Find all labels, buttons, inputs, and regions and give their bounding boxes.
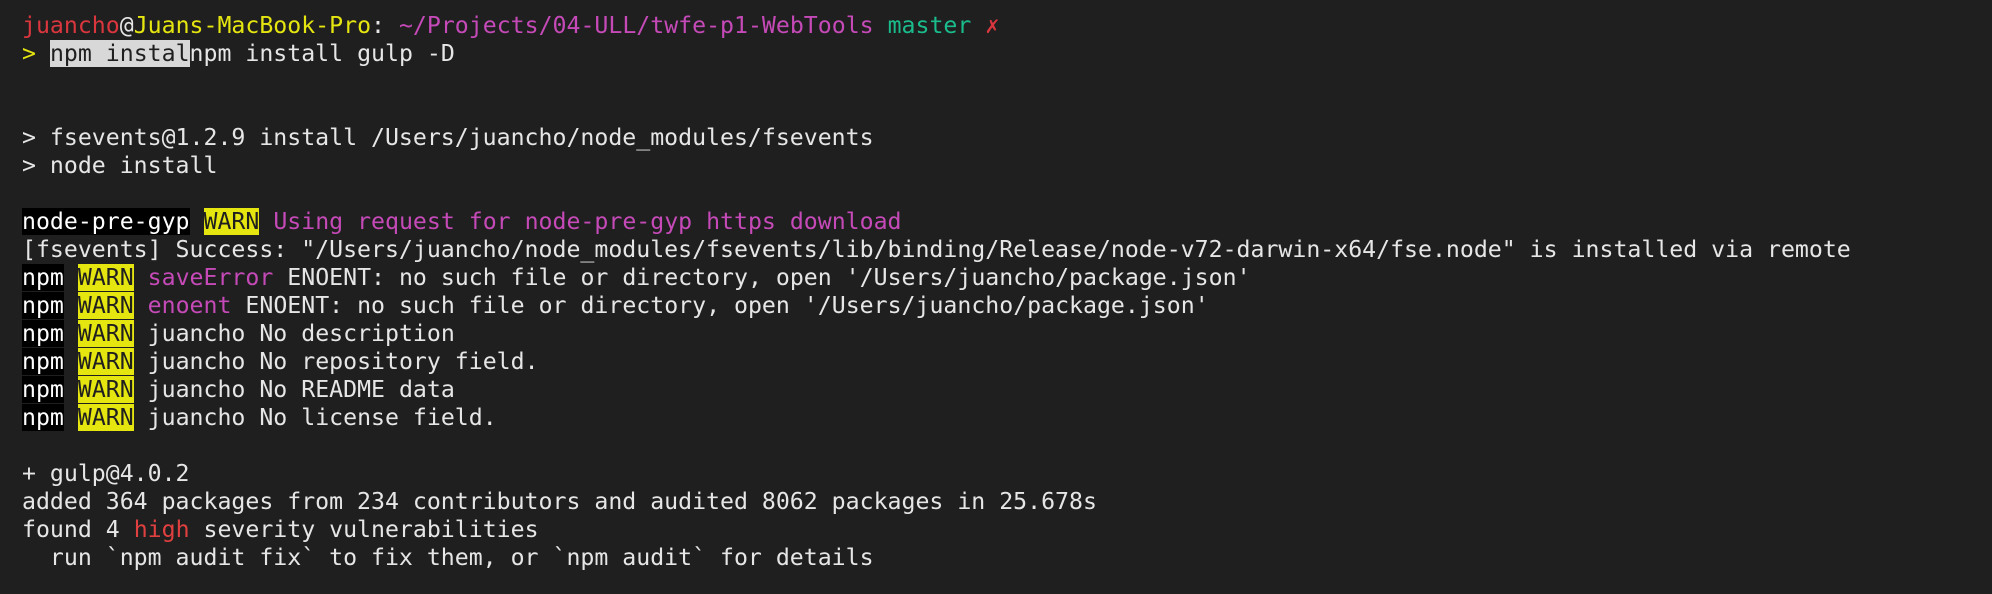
prompt-line: juancho@Juans-MacBook-Pro: ~/Projects/04…: [22, 12, 1992, 40]
command-selected-text[interactable]: npm instal: [49, 40, 190, 67]
added-packages-line: added 364 packages from 234 contributors…: [22, 488, 1097, 515]
node-pre-gyp-tag: node-pre-gyp: [22, 208, 190, 235]
prompt-host: Juans-MacBook-Pro: [133, 12, 372, 39]
audit-advice-line: run `npm audit fix` to fix them, or `npm…: [22, 544, 874, 571]
npm-warn-line: npm WARN saveError ENOENT: no such file …: [22, 264, 1992, 292]
npm-tag: npm: [22, 404, 64, 431]
severity-high: high: [133, 516, 190, 543]
npm-warn-line: npm WARN enoent ENOENT: no such file or …: [22, 292, 1992, 320]
warning-message: ENOENT: no such file or directory, open …: [245, 292, 1209, 319]
npm-tag: npm: [22, 264, 64, 291]
fsevents-success-line: [fsevents] Success: "/Users/juancho/node…: [22, 236, 1851, 263]
warning-message: juancho No description: [147, 320, 455, 347]
prompt-at: @: [119, 12, 134, 39]
vulnerabilities-prefix: found 4: [22, 516, 134, 543]
warning-message: Using request for node-pre-gyp https dow…: [273, 208, 902, 235]
warn-badge: WARN: [203, 208, 260, 235]
command-text[interactable]: npm install gulp -D: [190, 40, 455, 67]
terminal-window[interactable]: juancho@Juans-MacBook-Pro: ~/Projects/04…: [0, 0, 1992, 594]
installed-package-line: + gulp@4.0.2: [22, 460, 190, 487]
npm-tag: npm: [22, 376, 64, 403]
npm-warn-line: npm WARN juancho No repository field.: [22, 348, 1992, 376]
node-pre-gyp-warning: node-pre-gyp WARN Using request for node…: [22, 208, 1992, 236]
warn-badge: WARN: [77, 292, 134, 319]
warn-badge: WARN: [77, 376, 134, 403]
install-script-line: > fsevents@1.2.9 install /Users/juancho/…: [22, 124, 874, 151]
warning-message: juancho No repository field.: [147, 348, 539, 375]
npm-tag: npm: [22, 292, 64, 319]
npm-warn-line: npm WARN juancho No README data: [22, 376, 1992, 404]
warning-code: saveError: [147, 264, 274, 291]
warning-message: ENOENT: no such file or directory, open …: [287, 264, 1251, 291]
warning-message: juancho No license field.: [147, 404, 497, 431]
command-caret: >: [22, 40, 36, 67]
prompt-branch: master: [887, 12, 972, 39]
npm-warn-line: npm WARN juancho No license field.: [22, 404, 1992, 432]
command-line[interactable]: > npm instalnpm install gulp -D: [22, 40, 1992, 68]
warning-message: juancho No README data: [147, 376, 455, 403]
npm-warn-line: npm WARN juancho No description: [22, 320, 1992, 348]
install-script-line: > node install: [22, 152, 218, 179]
vulnerabilities-line: found 4 high severity vulnerabilities: [22, 516, 1992, 544]
warn-badge: WARN: [77, 404, 134, 431]
prompt-dirty-mark: ✗: [985, 12, 1000, 39]
prompt-path: ~/Projects/04-ULL/twfe-p1-WebTools: [398, 12, 874, 39]
warn-badge: WARN: [77, 320, 134, 347]
vulnerabilities-suffix: severity vulnerabilities: [189, 516, 539, 543]
warn-badge: WARN: [77, 348, 134, 375]
warning-code: enoent: [147, 292, 232, 319]
npm-tag: npm: [22, 320, 64, 347]
prompt-colon: :: [371, 12, 385, 39]
warn-badge: WARN: [77, 264, 134, 291]
npm-tag: npm: [22, 348, 64, 375]
prompt-user: juancho: [22, 12, 120, 39]
